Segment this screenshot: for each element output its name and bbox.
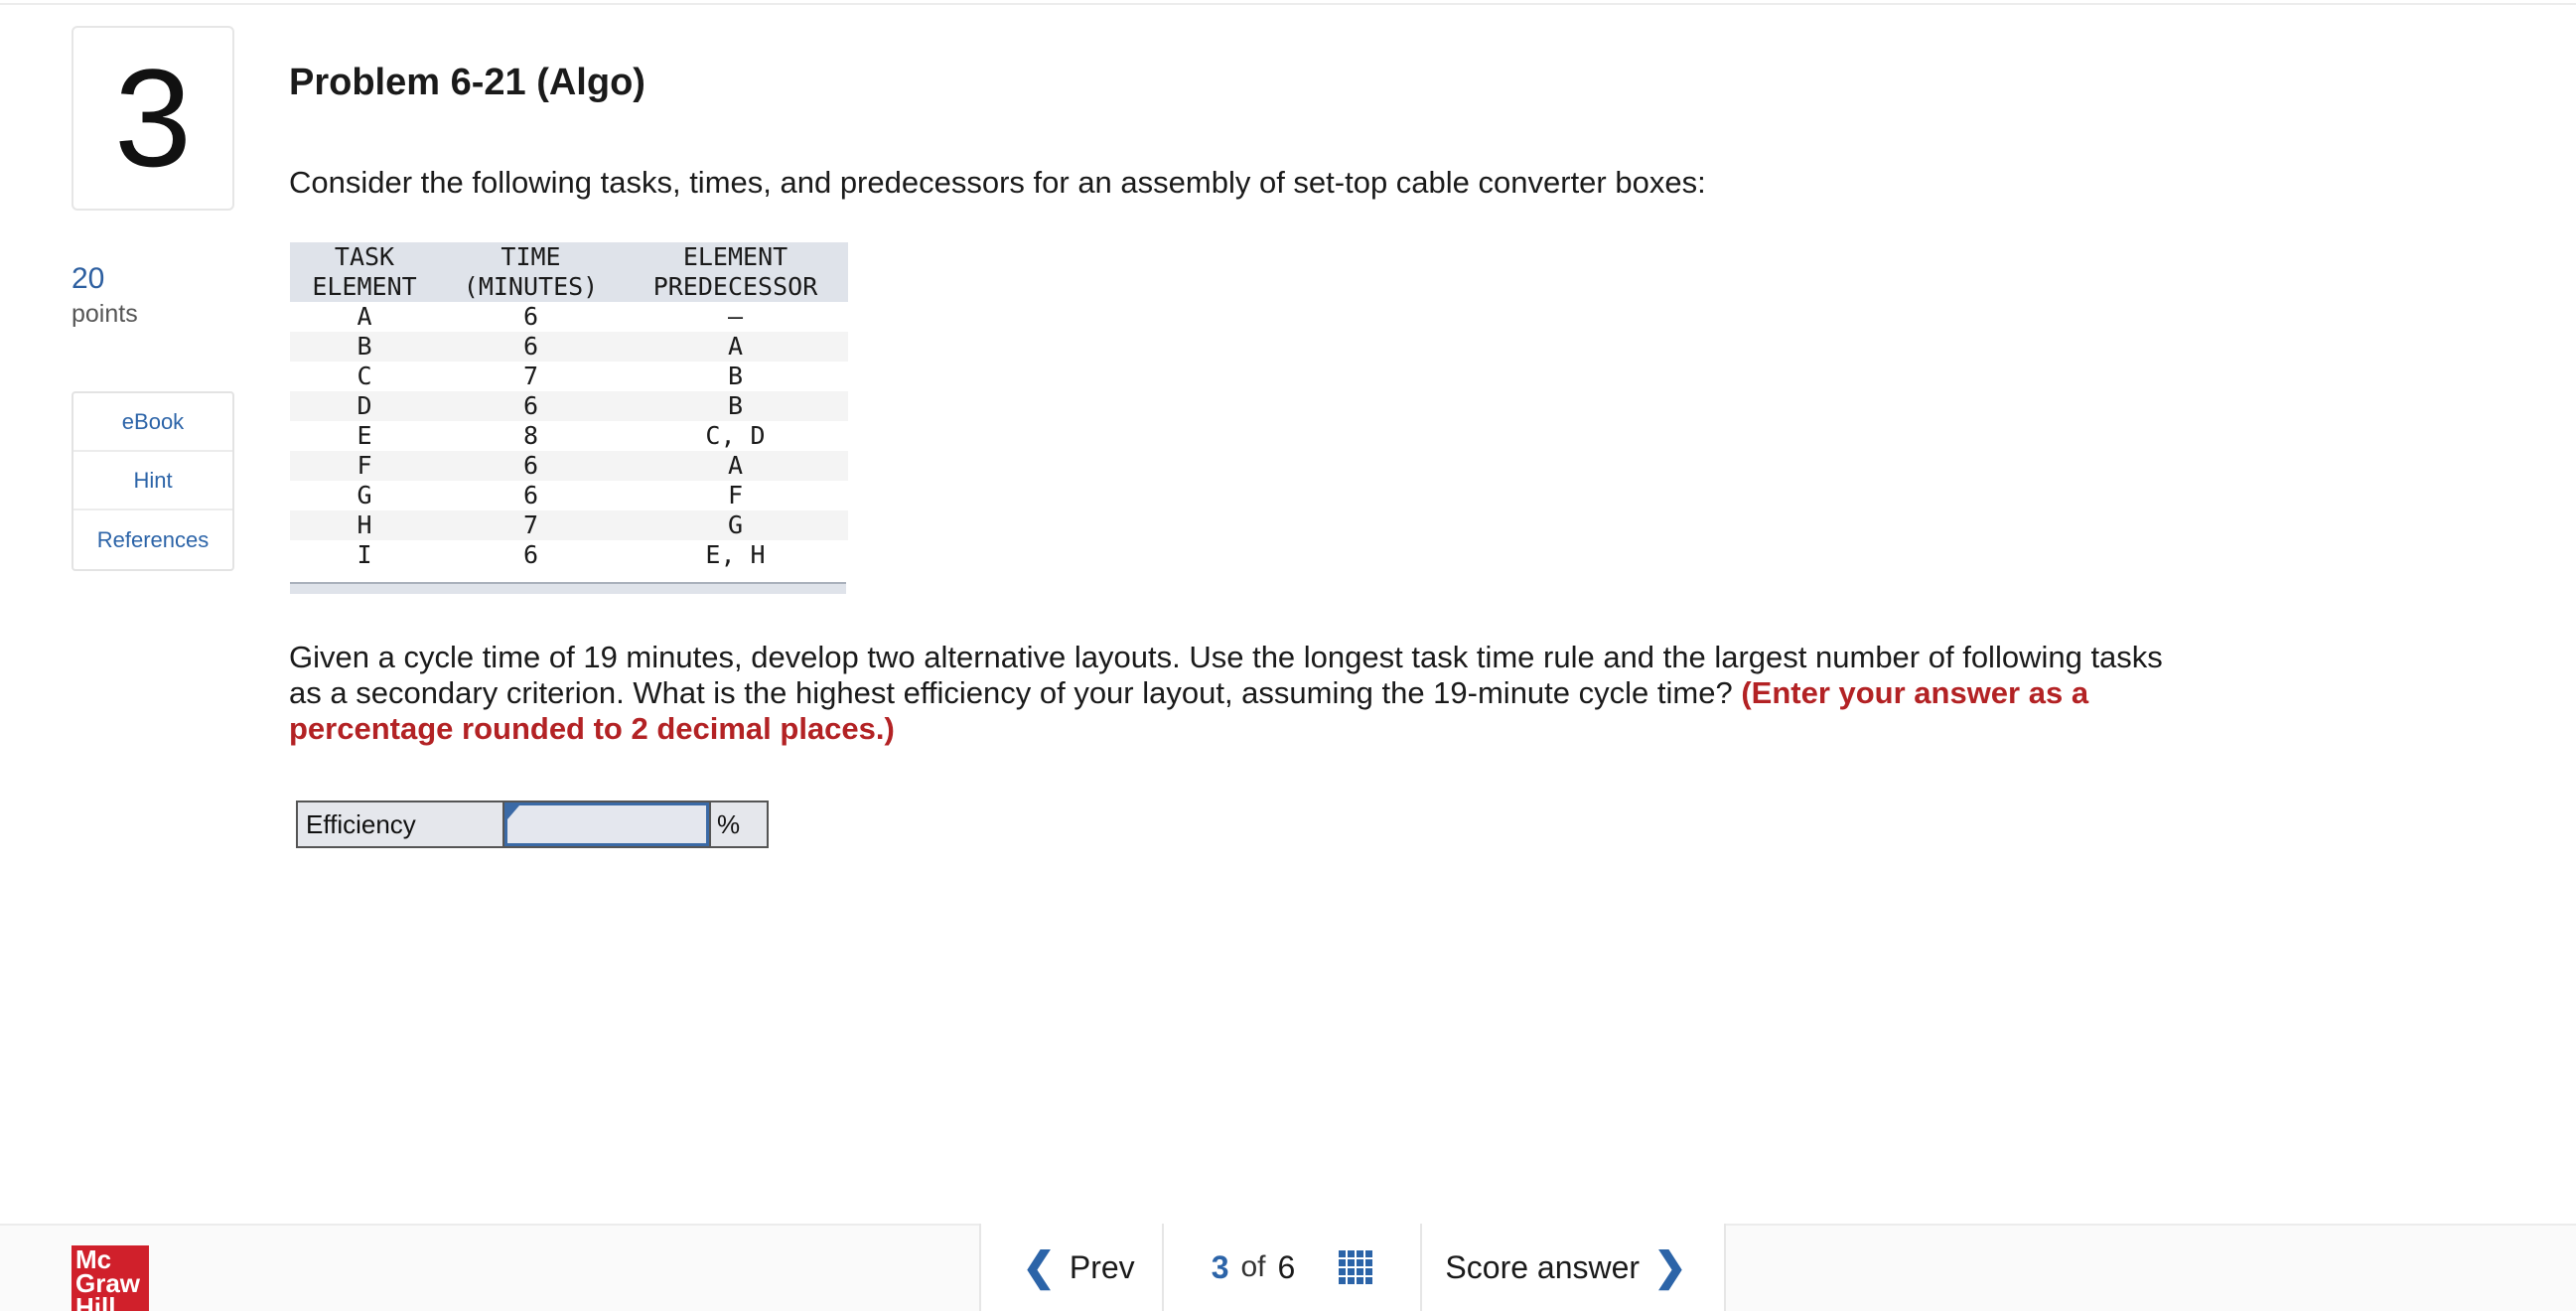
task-cell: C [357,362,372,390]
answer-row: Efficiency % [296,801,769,848]
predecessor-cell: A [623,332,848,362]
question-prompt: Given a cycle time of 19 minutes, develo… [289,640,2166,747]
table-header-row: TASK ELEMENT TIME (MINUTES) ELEMENT PRED… [290,242,848,302]
score-answer-label: Score answer [1445,1248,1641,1285]
efficiency-input[interactable] [507,805,706,843]
task-cell: E [357,421,372,450]
page-indicator: 3 of 6 [1162,1224,1420,1311]
question-pager: ❮ Prev 3 of 6 Score answer ❯ [979,1224,1726,1311]
ebook-link[interactable]: eBook [73,393,232,452]
points-value: 20 [72,262,105,295]
predecessor-cell: C, D [705,421,766,450]
time-cell: 6 [439,332,623,362]
predecessor-cell: B [727,362,744,390]
predecessor-cell: A [623,451,848,481]
prev-button[interactable]: ❮ Prev [979,1224,1162,1311]
table-row: H 7 G [290,510,848,540]
total-pages: 6 [1277,1248,1296,1285]
time-cell: 6 [522,481,539,510]
task-table: TASK ELEMENT TIME (MINUTES) ELEMENT PRED… [290,242,848,570]
time-cell: 7 [439,510,623,540]
task-cell: B [290,332,439,362]
table-row: D 6 B [290,391,848,421]
header-line: PREDECESSOR [652,272,818,301]
header-task-element: TASK ELEMENT [290,242,439,302]
question-number-box: 3 [72,26,234,211]
predecessor-cell: G [623,510,848,540]
header-line: ELEMENT [312,272,417,301]
predecessor-cell: B [623,391,848,421]
points-label: points [72,300,138,328]
percent-unit: % [709,802,767,846]
task-cell: D [290,391,439,421]
table-row: A 6 — [290,302,848,332]
header-line: TASK [334,242,395,271]
header-time: TIME (MINUTES) [439,242,623,302]
task-cell: H [290,510,439,540]
table-row: F 6 A [290,451,848,481]
chevron-right-icon: ❯ [1653,1245,1687,1289]
problem-intro: Consider the following tasks, times, and… [289,165,1706,200]
header-line: (MINUTES) [463,272,599,301]
task-cell: I [357,540,372,569]
table-row: G 6 F [290,481,848,510]
chevron-left-icon: ❮ [1022,1245,1056,1289]
task-cell: A [357,302,372,331]
efficiency-label: Efficiency [298,802,504,846]
header-line: TIME [501,242,561,271]
input-flag-icon [507,805,519,819]
predecessor-cell: E, H [705,540,766,569]
header-line: ELEMENT [682,242,788,271]
of-label: of [1240,1250,1266,1283]
task-cell: G [357,481,372,510]
table-row: I 6 E, H [290,540,848,570]
predecessor-cell: F [727,481,744,510]
resource-nav: eBook Hint References [72,391,234,571]
time-cell: 7 [522,362,539,390]
references-link[interactable]: References [73,510,232,569]
time-cell: 6 [522,302,539,331]
problem-title: Problem 6-21 (Algo) [289,62,645,103]
score-answer-button[interactable]: Score answer ❯ [1420,1224,1726,1311]
header-predecessor: ELEMENT PREDECESSOR [623,242,848,302]
table-row: E 8 C, D [290,421,848,451]
mcgraw-hill-logo: Mc Graw Hill [72,1245,149,1311]
predecessor-cell: — [727,302,744,331]
question-number: 3 [114,40,192,196]
time-cell: 8 [522,421,539,450]
table-bottom-rule [290,582,846,594]
hint-link[interactable]: Hint [73,452,232,510]
prev-label: Prev [1069,1248,1135,1285]
table-row: B 6 A [290,332,848,362]
task-cell: F [290,451,439,481]
efficiency-input-wrapper [504,802,709,846]
time-cell: 6 [522,540,539,569]
time-cell: 6 [439,391,623,421]
grid-icon[interactable] [1339,1250,1373,1284]
current-page: 3 [1211,1248,1229,1285]
top-divider [0,0,2576,5]
time-cell: 6 [439,451,623,481]
table-row: C 7 B [290,362,848,391]
